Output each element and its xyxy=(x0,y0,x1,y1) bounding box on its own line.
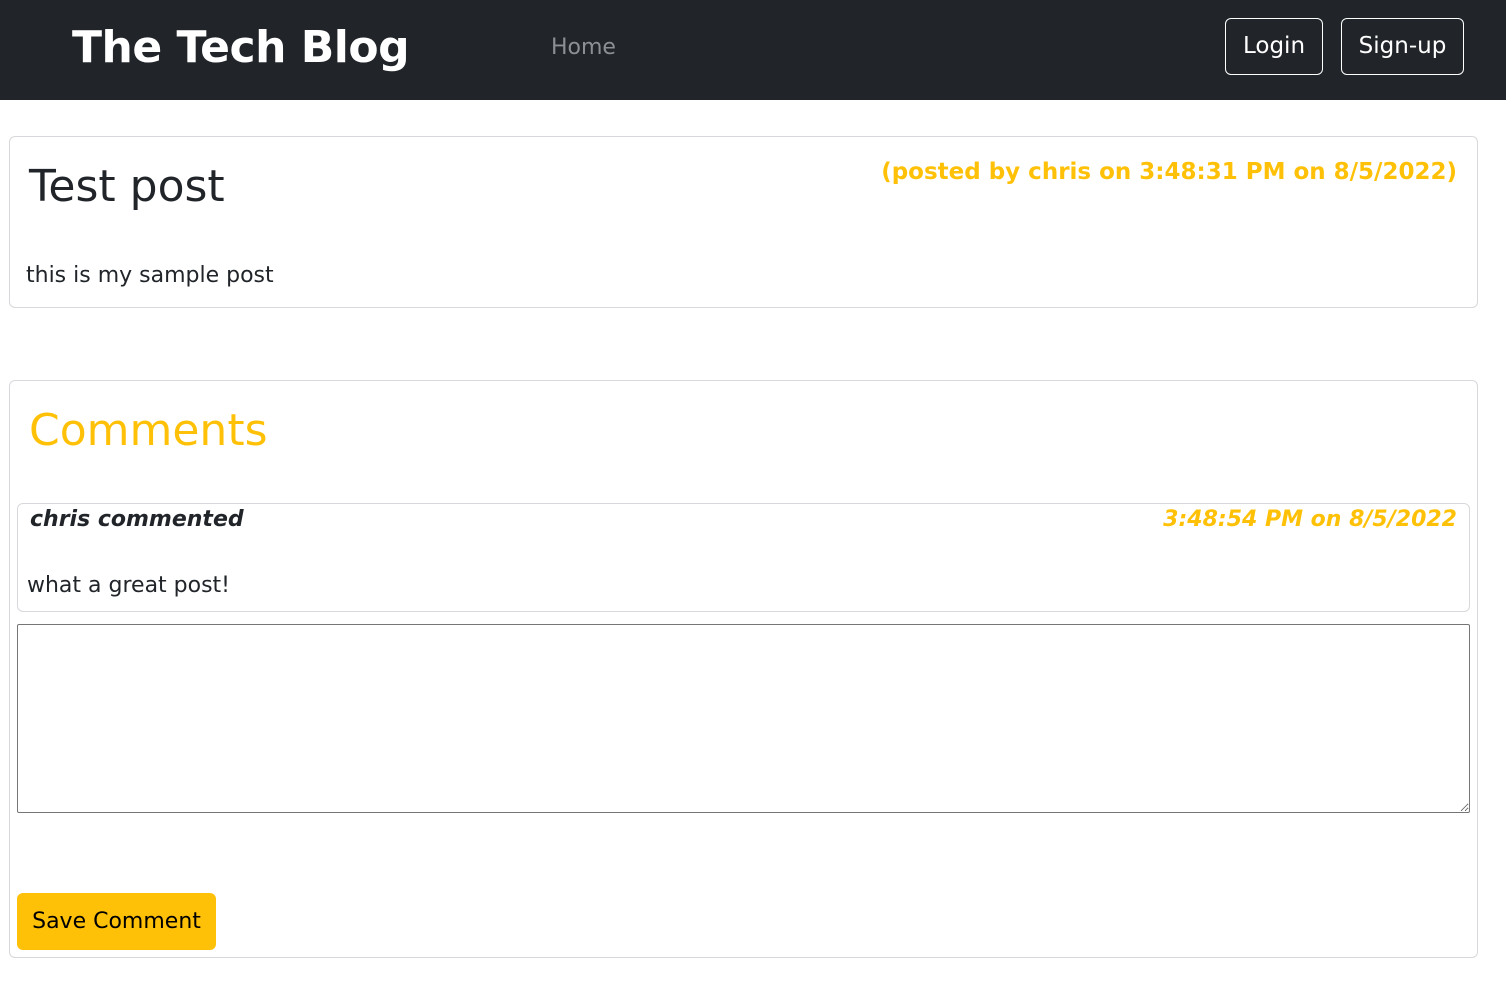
save-comment-button[interactable]: Save Comment xyxy=(17,893,216,950)
nav-link-home[interactable]: Home xyxy=(551,33,616,63)
post-body: this is my sample post xyxy=(26,263,274,288)
post-meta: (posted by chris on 3:48:31 PM on 8/5/20… xyxy=(881,159,1457,185)
site-brand[interactable]: The Tech Blog xyxy=(72,20,410,76)
comments-card: Comments chris commented 3:48:54 PM on 8… xyxy=(9,380,1478,958)
signup-button[interactable]: Sign-up xyxy=(1341,18,1464,75)
comment-textarea[interactable] xyxy=(17,624,1470,813)
login-button[interactable]: Login xyxy=(1225,18,1323,75)
comment-timestamp: 3:48:54 PM on 8/5/2022 xyxy=(1163,507,1457,532)
comment-item: chris commented 3:48:54 PM on 8/5/2022 w… xyxy=(17,503,1470,612)
post-card: Test post (posted by chris on 3:48:31 PM… xyxy=(9,136,1478,308)
post-title: Test post xyxy=(29,161,225,212)
comment-text: what a great post! xyxy=(27,573,231,598)
navbar: The Tech Blog Home Login Sign-up xyxy=(0,0,1506,100)
comment-author: chris commented xyxy=(30,507,244,532)
comments-heading: Comments xyxy=(29,405,268,456)
